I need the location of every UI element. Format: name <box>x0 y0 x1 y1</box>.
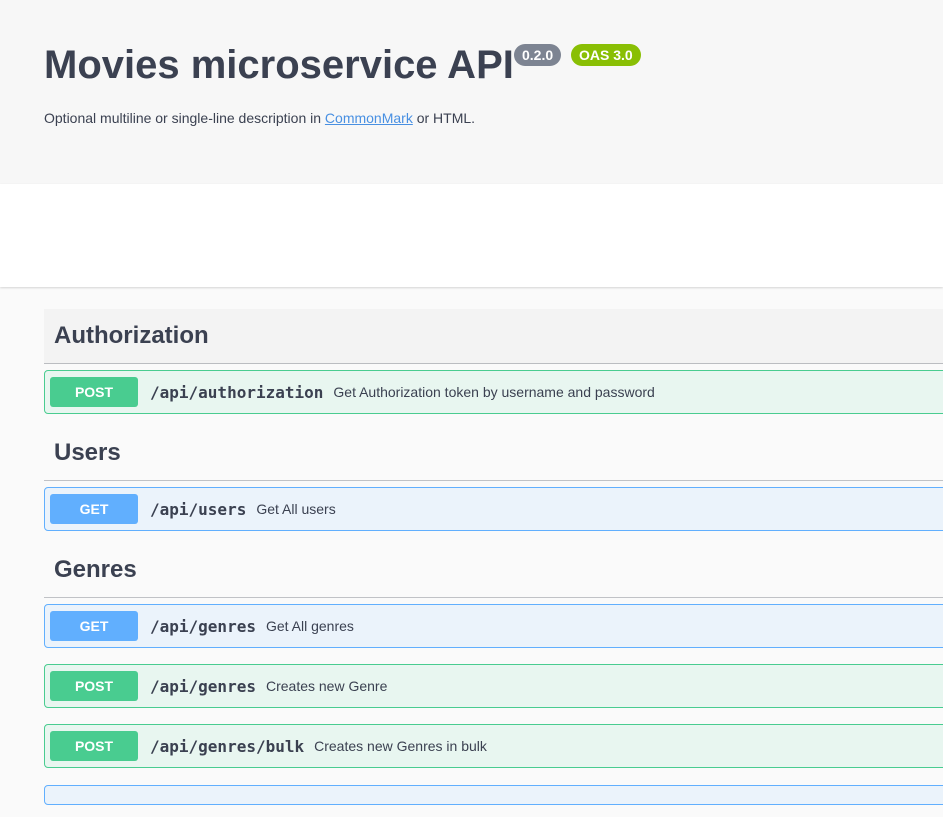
description-suffix: or HTML. <box>412 110 476 126</box>
endpoint-path: /api/authorization <box>150 382 324 402</box>
tag-section-genres: Genres GET /api/genres Get All genres PO… <box>44 543 943 805</box>
description-text: Optional multiline or single-line descri… <box>44 110 325 126</box>
endpoint-path: /api/genres <box>150 676 256 696</box>
method-badge: POST <box>50 671 138 701</box>
method-badge: GET <box>50 494 138 524</box>
tag-header-authorization[interactable]: Authorization <box>44 309 943 364</box>
endpoint-path: /api/genres <box>150 616 256 636</box>
tag-header-genres[interactable]: Genres <box>44 543 943 598</box>
info-section: Movies microservice API 0.2.0 OAS 3.0 Op… <box>0 0 943 184</box>
endpoint-summary: Get All genres <box>265 618 354 634</box>
oas-badge: OAS 3.0 <box>571 44 641 66</box>
opblock-partial[interactable] <box>44 785 943 805</box>
page-title: Movies microservice API <box>44 43 514 87</box>
endpoint-path: /api/users <box>150 499 247 519</box>
opblock-post-authorization[interactable]: POST /api/authorization Get Authorizatio… <box>44 370 943 414</box>
opblock-post-genres[interactable]: POST /api/genres Creates new Genre <box>44 664 943 708</box>
version-badge: 0.2.0 <box>514 44 562 66</box>
method-badge: POST <box>50 731 138 761</box>
opblock-get-users[interactable]: GET /api/users Get All users <box>44 487 943 531</box>
commonmark-link[interactable]: CommonMark <box>325 110 413 126</box>
operations-container: Authorization POST /api/authorization Ge… <box>44 309 943 817</box>
api-description: Optional multiline or single-line descri… <box>44 110 475 126</box>
scheme-container <box>0 184 943 287</box>
opblock-get-genres[interactable]: GET /api/genres Get All genres <box>44 604 943 648</box>
endpoint-summary: Creates new Genres in bulk <box>314 738 487 754</box>
method-badge: GET <box>50 611 138 641</box>
opblock-post-genres-bulk[interactable]: POST /api/genres/bulk Creates new Genres… <box>44 724 943 768</box>
endpoint-summary: Creates new Genre <box>265 678 388 694</box>
tag-section-authorization: Authorization POST /api/authorization Ge… <box>44 309 943 414</box>
method-badge: POST <box>50 377 138 407</box>
endpoint-path: /api/genres/bulk <box>150 736 305 756</box>
tag-section-users: Users GET /api/users Get All users <box>44 426 943 531</box>
tag-header-users[interactable]: Users <box>44 426 943 481</box>
endpoint-summary: Get All users <box>256 501 336 517</box>
title-row: Movies microservice API 0.2.0 OAS 3.0 <box>44 40 641 90</box>
endpoint-summary: Get Authorization token by username and … <box>333 384 655 400</box>
